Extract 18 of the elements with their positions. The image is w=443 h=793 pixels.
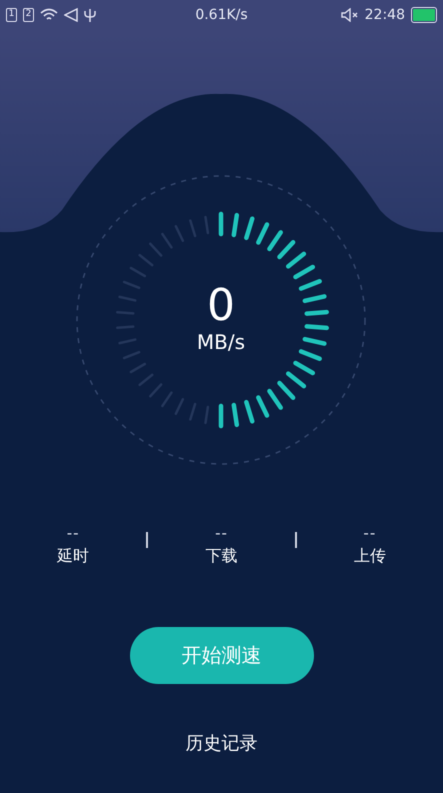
usb-icon: [84, 8, 96, 22]
stat-label: 上传: [354, 546, 386, 566]
clock-time: 22:48: [364, 7, 405, 23]
wifi-icon: [40, 8, 58, 22]
speed-value: 0: [207, 282, 235, 330]
stat-value: --: [363, 524, 376, 542]
history-link[interactable]: 历史记录: [186, 731, 258, 755]
sim-icon: 1: [6, 8, 17, 22]
stat-label: 延时: [57, 546, 90, 566]
mute-icon: [340, 8, 359, 22]
stat-value: --: [215, 524, 228, 542]
navigation-icon: [64, 8, 78, 22]
stat-value: --: [66, 524, 80, 542]
stat-label: 下载: [205, 546, 238, 566]
network-speed: 0.61K/s: [195, 7, 248, 23]
battery-icon: [411, 7, 437, 23]
speed-unit: MB/s: [196, 330, 246, 354]
sim-icon: 2: [23, 8, 34, 22]
